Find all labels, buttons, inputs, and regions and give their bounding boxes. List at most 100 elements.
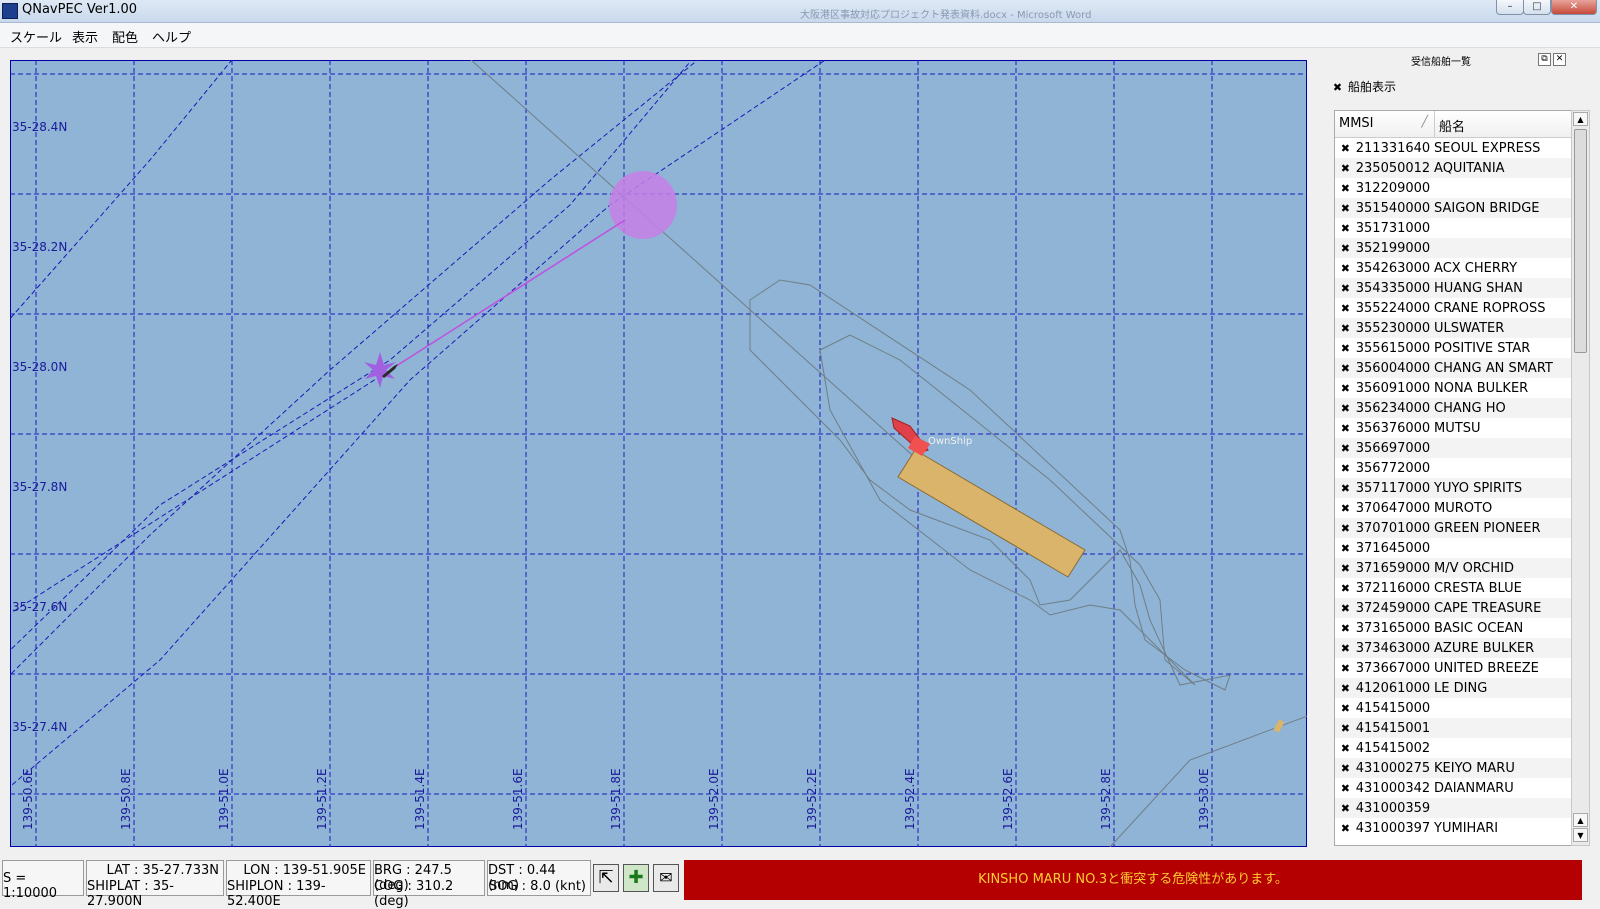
checkbox-icon[interactable]: ✖: [1340, 303, 1351, 314]
ship-list-row[interactable]: ✖ 354263000 ACX CHERRY: [1335, 258, 1571, 278]
checkbox-icon[interactable]: ✖: [1340, 763, 1351, 774]
ship-list-row[interactable]: ✖ 373463000 AZURE BULKER: [1335, 638, 1571, 658]
scroll-up-icon[interactable]: ▲: [1573, 112, 1588, 126]
ship-list-row[interactable]: ✖ 372116000 CRESTA BLUE: [1335, 578, 1571, 598]
ship-list-row[interactable]: ✖ 371659000 M/V ORCHID: [1335, 558, 1571, 578]
column-header-mmsi[interactable]: MMSI ╱: [1335, 111, 1435, 137]
ship-list-row[interactable]: ✖ 431000359: [1335, 798, 1571, 818]
checkbox-icon[interactable]: ✖: [1340, 443, 1351, 454]
checkbox-icon[interactable]: ✖: [1340, 343, 1351, 354]
checkbox-icon[interactable]: ✖: [1340, 263, 1351, 274]
message-tool-button[interactable]: ✉: [653, 864, 679, 892]
ship-list-row[interactable]: ✖ 356004000 CHANG AN SMART: [1335, 358, 1571, 378]
checkbox-icon[interactable]: ✖: [1340, 703, 1351, 714]
checkbox-icon[interactable]: ✖: [1340, 543, 1351, 554]
checkbox-icon[interactable]: ✖: [1340, 163, 1351, 174]
show-ships-checkbox[interactable]: ✖ 船舶表示: [1332, 78, 1396, 95]
checkbox-icon[interactable]: ✖: [1340, 243, 1351, 254]
ship-name: CHANG AN SMART: [1434, 360, 1553, 376]
maximize-button[interactable]: □: [1523, 0, 1551, 15]
menu-colors[interactable]: 配色: [112, 27, 138, 46]
scroll-up-icon[interactable]: ▲: [1573, 813, 1588, 827]
checkbox-icon[interactable]: ✖: [1340, 623, 1351, 634]
checkbox-icon[interactable]: ✖: [1340, 323, 1351, 334]
checkbox-icon[interactable]: ✖: [1340, 423, 1351, 434]
checkbox-icon[interactable]: ✖: [1340, 483, 1351, 494]
checkbox-icon[interactable]: ✖: [1340, 183, 1351, 194]
checkbox-icon[interactable]: ✖: [1340, 203, 1351, 214]
ship-list-row[interactable]: ✖ 355230000 ULSWATER: [1335, 318, 1571, 338]
checkbox-icon[interactable]: ✖: [1340, 363, 1351, 374]
checkbox-icon[interactable]: ✖: [1340, 823, 1351, 834]
checkbox-icon[interactable]: ✖: [1340, 783, 1351, 794]
ship-list-row[interactable]: ✖ 357117000 YUYO SPIRITS: [1335, 478, 1571, 498]
checkbox-icon[interactable]: ✖: [1340, 663, 1351, 674]
checkbox-icon[interactable]: ✖: [1340, 743, 1351, 754]
panel-float-icon[interactable]: ⧉: [1538, 53, 1551, 66]
ship-list-row[interactable]: ✖ 370701000 GREEN PIONEER: [1335, 518, 1571, 538]
ship-list-row[interactable]: ✖ 355615000 POSITIVE STAR: [1335, 338, 1571, 358]
scroll-down-icon[interactable]: ▼: [1573, 828, 1588, 842]
checkbox-icon[interactable]: ✖: [1340, 683, 1351, 694]
ship-list-row[interactable]: ✖ 373667000 UNITED BREEZE: [1335, 658, 1571, 678]
checkbox-icon[interactable]: ✖: [1340, 643, 1351, 654]
ship-list-row[interactable]: ✖ 356772000: [1335, 458, 1571, 478]
sort-icon: ╱: [1421, 115, 1428, 128]
nav-chart[interactable]: OwnShip 35-28.4N 35-28.2N 35-28.0N 35-27.8N…: [10, 60, 1307, 847]
menu-view[interactable]: 表示: [72, 27, 98, 46]
crosshair-tool-button[interactable]: ✚: [623, 864, 649, 892]
ship-list-row[interactable]: ✖ 354335000 HUANG SHAN: [1335, 278, 1571, 298]
close-button[interactable]: ✕: [1551, 0, 1597, 15]
panel-close-icon[interactable]: ✕: [1553, 53, 1566, 66]
ship-list-row[interactable]: ✖ 356697000: [1335, 438, 1571, 458]
menu-scale[interactable]: スケール: [10, 27, 62, 46]
ship-list-row[interactable]: ✖ 371645000: [1335, 538, 1571, 558]
checkbox-icon[interactable]: ✖: [1340, 403, 1351, 414]
ship-list-row[interactable]: ✖ 356376000 MUTSU: [1335, 418, 1571, 438]
checkbox-icon[interactable]: ✖: [1340, 463, 1351, 474]
chart-canvas[interactable]: OwnShip 35-28.4N 35-28.2N 35-28.0N 35-27.8N…: [10, 60, 1307, 847]
menu-help[interactable]: ヘルプ: [152, 27, 191, 46]
scroll-thumb[interactable]: [1574, 129, 1587, 353]
checkbox-icon[interactable]: ✖: [1340, 503, 1351, 514]
checkbox-icon[interactable]: ✖: [1340, 563, 1351, 574]
ship-list-row[interactable]: ✖ 431000342 DAIANMARU: [1335, 778, 1571, 798]
ship-mmsi: 370701000: [1355, 520, 1431, 536]
ship-list-row[interactable]: ✖ 235050012 AQUITANIA: [1335, 158, 1571, 178]
collision-zone-marker[interactable]: [609, 171, 677, 239]
ship-list-row[interactable]: ✖ 312209000: [1335, 178, 1571, 198]
ship-list-row[interactable]: ✖ 351731000: [1335, 218, 1571, 238]
checkbox-icon[interactable]: ✖: [1340, 383, 1351, 394]
checkbox-icon[interactable]: ✖: [1340, 583, 1351, 594]
ship-list-row[interactable]: ✖ 356234000 CHANG HO: [1335, 398, 1571, 418]
ship-list-row[interactable]: ✖ 412061000 LE DING: [1335, 678, 1571, 698]
checkbox-icon[interactable]: ✖: [1340, 603, 1351, 614]
checkbox-icon[interactable]: ✖: [1340, 143, 1351, 154]
ship-list-row[interactable]: ✖ 415415002: [1335, 738, 1571, 758]
ship-list-row[interactable]: ✖ 370647000 MUROTO: [1335, 498, 1571, 518]
ship-list-row[interactable]: ✖ 431000397 YUMIHARI: [1335, 818, 1571, 838]
ship-list-row[interactable]: ✖ 352199000: [1335, 238, 1571, 258]
checkbox-icon[interactable]: ✖: [1332, 82, 1343, 93]
ship-list-row[interactable]: ✖ 373165000 BASIC OCEAN: [1335, 618, 1571, 638]
ship-list-row[interactable]: ✖ 356091000 NONA BULKER: [1335, 378, 1571, 398]
checkbox-icon[interactable]: ✖: [1340, 803, 1351, 814]
minimize-button[interactable]: –: [1496, 0, 1524, 15]
checkbox-icon[interactable]: ✖: [1340, 223, 1351, 234]
ship-list-row[interactable]: ✖ 211331640 SEOUL EXPRESS: [1335, 138, 1571, 158]
ship-list-row[interactable]: ✖ 415415000: [1335, 698, 1571, 718]
ship-list-row[interactable]: ✖ 355224000 CRANE ROPROSS: [1335, 298, 1571, 318]
column-header-name[interactable]: 船名: [1435, 111, 1571, 137]
ship-list-row[interactable]: ✖ 372459000 CAPE TREASURE: [1335, 598, 1571, 618]
checkbox-icon[interactable]: ✖: [1340, 283, 1351, 294]
ship-list-row[interactable]: ✖ 431000275 KEIYO MARU: [1335, 758, 1571, 778]
ship-list-row[interactable]: ✖ 415415001: [1335, 718, 1571, 738]
ship-list-scrollbar[interactable]: ▲ ▲ ▼: [1571, 110, 1590, 846]
ship-list-row[interactable]: ✖ 351540000 SAIGON BRIDGE: [1335, 198, 1571, 218]
ship-name: YUMIHARI: [1434, 820, 1499, 836]
ship-mmsi: 371645000: [1355, 540, 1431, 556]
ship-list[interactable]: MMSI ╱ 船名 ✖ 211331640 SEOUL EXPRESS ✖ 2350500…: [1334, 110, 1572, 846]
checkbox-icon[interactable]: ✖: [1340, 723, 1351, 734]
pointer-tool-button[interactable]: ⇱: [593, 864, 619, 892]
checkbox-icon[interactable]: ✖: [1340, 523, 1351, 534]
